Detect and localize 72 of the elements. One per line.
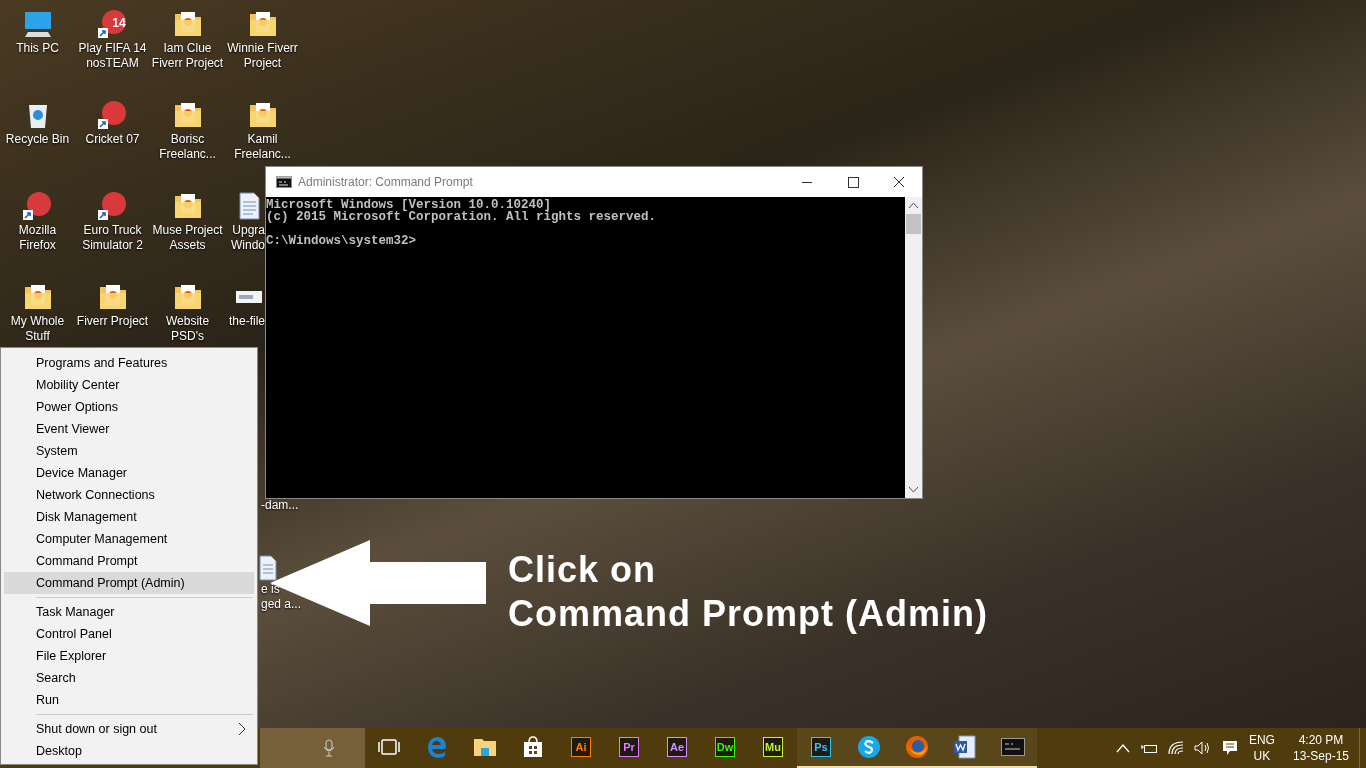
language-indicator[interactable]: ENG UK xyxy=(1248,732,1275,764)
desktop-icon-label: Euro Truck Simulator 2 xyxy=(82,223,143,253)
menu-item[interactable]: Run xyxy=(4,689,254,711)
menu-item[interactable]: System xyxy=(4,440,254,462)
desktop-icon-label: Play FIFA 14 nosTEAM xyxy=(78,41,147,71)
menu-item[interactable]: Shut down or sign out xyxy=(4,718,254,740)
shortcut-icon[interactable] xyxy=(21,190,54,222)
console-icon xyxy=(276,176,292,188)
taskbar-button[interactable]: Dw xyxy=(701,728,749,768)
desktop-icon-label: Kamil Freelanc... xyxy=(234,132,291,162)
microphone-icon[interactable] xyxy=(323,739,335,757)
chat-s-icon xyxy=(857,735,881,759)
taskbar-button[interactable]: Ae xyxy=(653,728,701,768)
menu-item[interactable]: Network Connections xyxy=(4,484,254,506)
console-line: (c) 2015 Microsoft Corporation. All rights reserved. xyxy=(266,211,658,223)
taskbar-button[interactable]: Mu xyxy=(749,728,797,768)
desktop-icon-label: Mozilla Firefox xyxy=(18,223,57,253)
taskbar-button[interactable]: Pr xyxy=(605,728,653,768)
clock[interactable]: 4:20 PM 13-Sep-15 xyxy=(1292,732,1349,764)
desktop-icon-label: Fiverr Project xyxy=(76,314,149,329)
desktop-icon-label: Recycle Bin xyxy=(5,132,70,147)
shortcut-icon[interactable] xyxy=(96,190,129,222)
chevron-right-icon xyxy=(238,722,246,736)
chevron-up-icon[interactable] xyxy=(1115,743,1130,753)
notification-icon[interactable] xyxy=(1221,740,1238,756)
browser-e-icon xyxy=(426,736,448,758)
document-icon[interactable] xyxy=(259,555,277,581)
word-document-icon xyxy=(953,735,977,759)
menu-item[interactable]: Search xyxy=(4,667,254,689)
folder-icon xyxy=(473,737,497,757)
window-title: Administrator: Command Prompt xyxy=(298,175,474,189)
menu-item[interactable]: Event Viewer xyxy=(4,418,254,440)
menu-item[interactable]: Control Panel xyxy=(4,623,254,645)
taskbar-button[interactable]: Ai xyxy=(557,728,605,768)
shopping-bag-icon xyxy=(522,736,544,758)
task-view-icon xyxy=(377,738,401,756)
desktop-icon-label: Winnie Fiverr Project xyxy=(227,41,298,71)
taskbar-button[interactable] xyxy=(989,728,1037,768)
menu-item[interactable]: Power Options xyxy=(4,396,254,418)
battery-icon[interactable] xyxy=(1139,742,1158,754)
desktop-icon-label: Website PSD's xyxy=(165,314,210,344)
desktop-icon-label: e is ged a... xyxy=(261,582,302,612)
desktop-icon-label: Borisc Freelanc... xyxy=(159,132,216,162)
desktop-icon-label: the-file xyxy=(228,314,265,329)
console-prompt: C:\Windows\system32> xyxy=(266,235,418,247)
menu-item[interactable]: Mobility Center xyxy=(4,374,254,396)
console-icon xyxy=(1001,738,1025,756)
taskbar-button[interactable]: Ps xyxy=(797,728,845,768)
desktop-icon-label: Muse Project Assets xyxy=(152,223,223,253)
menu-item[interactable]: Desktop xyxy=(4,740,254,762)
desktop-icon-label: This PC xyxy=(16,41,59,56)
desktop-icon-label: Cricket 07 xyxy=(85,132,140,147)
scrollbar-thumb[interactable] xyxy=(906,214,921,234)
annotation-text: Click on xyxy=(508,548,658,592)
desktop-icon-label: -dam... xyxy=(261,498,299,513)
desktop-icon-label: Upgra Windo xyxy=(231,223,265,253)
menu-item[interactable]: Computer Management xyxy=(4,528,254,550)
wifi-icon[interactable] xyxy=(1167,741,1184,755)
menu-item[interactable]: Task Manager xyxy=(4,601,254,623)
menu-item[interactable]: File Explorer xyxy=(4,645,254,667)
menu-item[interactable]: Device Manager xyxy=(4,462,254,484)
desktop-icon-label: Iam Clue Fiverr Project xyxy=(151,41,224,71)
speaker-icon[interactable] xyxy=(1193,741,1212,755)
desktop-icon-label: My Whole Stuff xyxy=(10,314,65,344)
annotation-text: Command Prompt (Admin) xyxy=(508,592,988,636)
menu-item[interactable]: Command Prompt (Admin) xyxy=(4,572,254,594)
menu-item[interactable]: Disk Management xyxy=(4,506,254,528)
menu-item[interactable]: Programs and Features xyxy=(4,352,254,374)
menu-item[interactable]: Command Prompt xyxy=(4,550,254,572)
shortcut-icon[interactable] xyxy=(96,99,129,131)
console-line: Microsoft Windows [Version 10.0.10240] xyxy=(266,199,552,211)
fox-globe-icon xyxy=(905,735,929,759)
